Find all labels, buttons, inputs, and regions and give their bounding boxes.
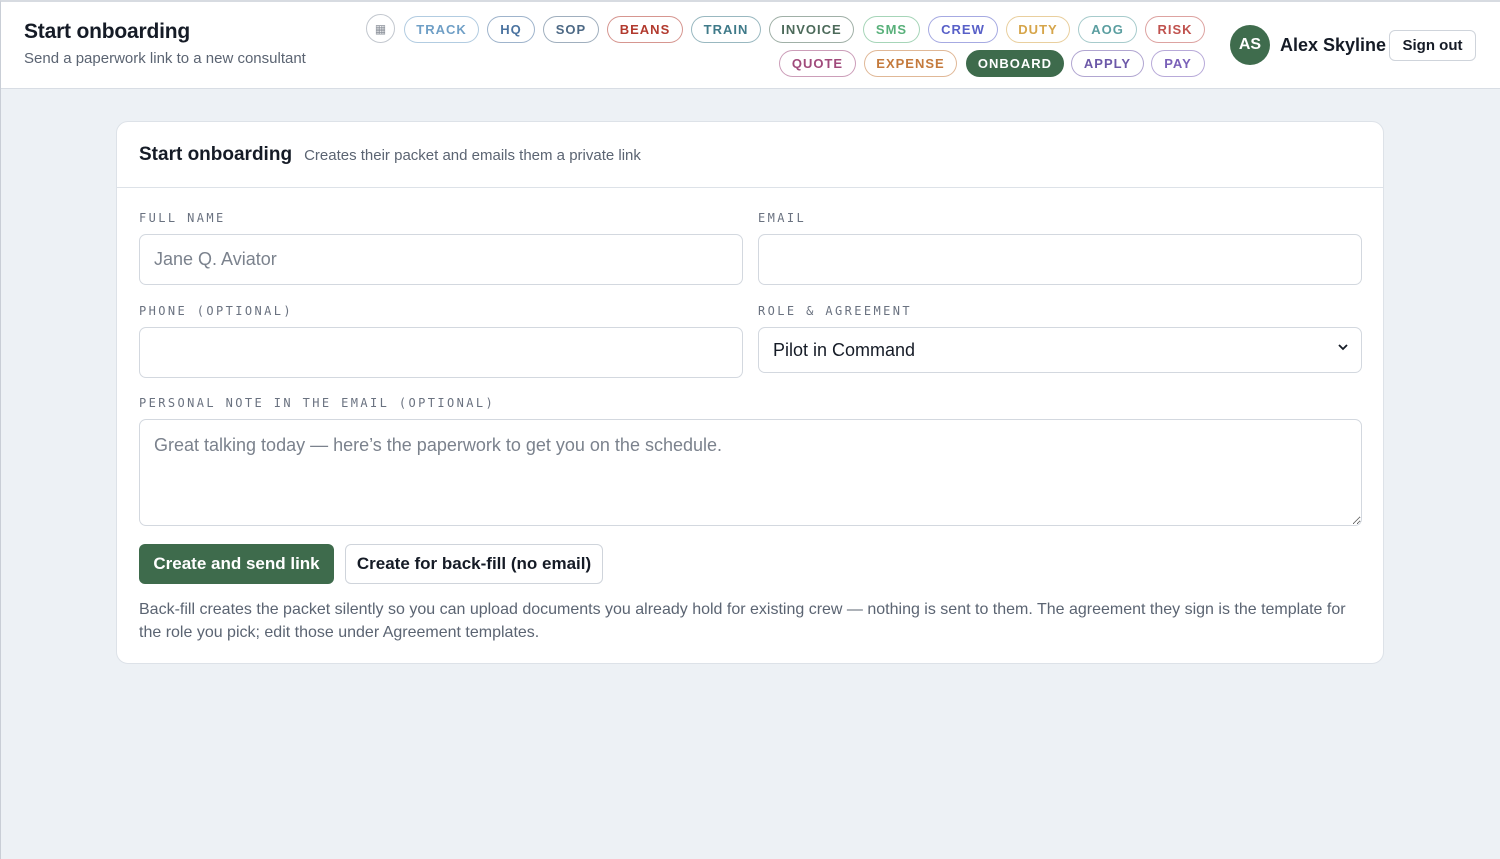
user-name: Alex Skyline [1280,35,1387,55]
card-description: Creates their packet and emails them a p… [304,147,641,164]
card-header: Start onboarding Creates their packet an… [117,122,1383,188]
grid-icon[interactable]: ▦ [366,14,395,43]
sign-out-button[interactable]: Sign out [1389,30,1476,61]
nav-chip-duty[interactable]: DUTY [1006,16,1070,43]
nav-chip-crew[interactable]: CREW [928,16,998,43]
nav-chip-hq[interactable]: HQ [487,16,535,43]
full-name-input[interactable] [139,234,743,285]
avatar: AS [1230,25,1270,65]
nav-chip-beans[interactable]: BEANS [607,16,683,43]
page-title: Start onboarding [24,20,190,43]
role-select[interactable]: Pilot in Command [758,327,1362,373]
nav-chip-aog[interactable]: AOG [1078,16,1137,43]
page-heading: Start onboarding Send a paperwork link t… [24,20,306,67]
phone-label: PHONE (OPTIONAL) [139,304,293,318]
nav-chip-expense[interactable]: EXPENSE [864,50,957,77]
top-header: Start onboarding Send a paperwork link t… [0,0,1500,89]
nav-chip-sop[interactable]: SOP [543,16,599,43]
page-subtitle: Send a paperwork link to a new consultan… [24,50,306,67]
nav-chip-sms[interactable]: SMS [863,16,920,43]
note-label: PERSONAL NOTE IN THE EMAIL (OPTIONAL) [139,396,496,410]
help-text: Back-fill creates the packet silently so… [139,601,1346,641]
phone-input[interactable] [139,327,743,378]
role-selected-value: Pilot in Command [773,339,916,360]
note-textarea[interactable] [139,419,1362,526]
nav-chip-apply[interactable]: APPLY [1071,50,1144,77]
onboarding-card: Start onboarding Creates their packet an… [116,121,1384,664]
nav-chip-invoice[interactable]: INVOICE [769,16,854,43]
nav-chip-pay[interactable]: PAY [1151,50,1205,77]
nav-chip-onboard[interactable]: ONBOARD [966,50,1064,77]
nav-chip-track[interactable]: TRACK [404,16,479,43]
nav-chip-train[interactable]: TRAIN [691,16,761,43]
full-name-label: FULL NAME [139,211,226,225]
nav-chip-risk[interactable]: RISK [1145,16,1205,43]
chevron-down-icon [1337,340,1349,356]
email-label: EMAIL [758,211,807,225]
create-and-send-button[interactable]: Create and send link [139,544,334,584]
role-label: ROLE & AGREEMENT [758,304,912,318]
card-title: Start onboarding [139,143,293,165]
nav-chip-quote[interactable]: QUOTE [779,50,856,77]
create-backfill-button[interactable]: Create for back-fill (no email) [345,544,603,584]
email-input[interactable] [758,234,1362,285]
